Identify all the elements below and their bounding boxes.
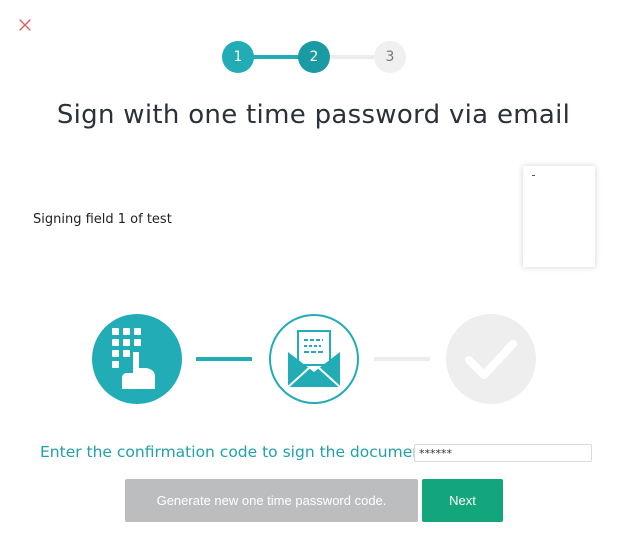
envelope-letter-icon xyxy=(269,314,359,404)
close-icon[interactable] xyxy=(17,17,33,33)
process-illustration xyxy=(0,312,627,408)
step-indicator: 1 2 3 xyxy=(222,40,406,73)
checkmark-icon xyxy=(446,314,536,404)
confirmation-code-input[interactable] xyxy=(414,444,592,462)
document-mark xyxy=(532,175,535,176)
page-title: Sign with one time password via email xyxy=(56,100,571,130)
document-thumbnail[interactable] xyxy=(523,166,595,267)
confirmation-code-label: Enter the confirmation code to sign the … xyxy=(40,443,434,461)
otp-signing-dialog: 1 2 3 Sign with one time password via em… xyxy=(0,0,627,549)
keypad-hand-icon xyxy=(92,314,182,404)
generate-otp-button[interactable]: Generate new one time password code. xyxy=(125,479,418,522)
process-connector-1 xyxy=(196,357,252,361)
confirmation-code-row: Enter the confirmation code to sign the … xyxy=(40,441,600,465)
step-3: 3 xyxy=(374,41,406,73)
process-connector-2 xyxy=(374,357,430,361)
next-button[interactable]: Next xyxy=(422,479,503,522)
signing-field-label: Signing field 1 of test xyxy=(33,212,172,227)
step-2: 2 xyxy=(298,41,330,73)
step-1: 1 xyxy=(222,41,254,73)
